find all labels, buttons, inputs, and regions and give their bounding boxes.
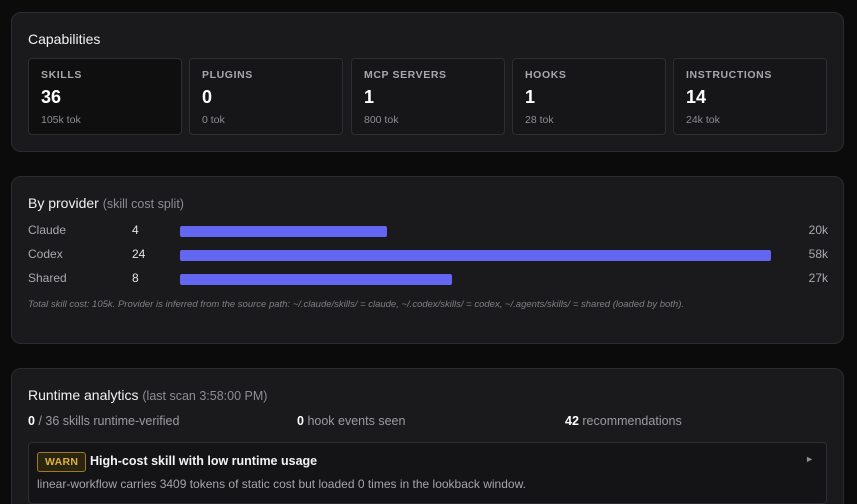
recommendation-description: linear-workflow carries 3409 tokens of s…	[37, 477, 526, 491]
provider-note: Total skill cost: 105k. Provider is infe…	[28, 299, 685, 310]
stat-text: hook events seen	[307, 414, 406, 428]
provider-name: Codex	[28, 247, 63, 261]
provider-row-shared: Shared 8 27k	[28, 271, 828, 287]
runtime-panel: Runtime analytics (last scan 3:58:00 PM)…	[11, 368, 844, 504]
card-value: 36	[41, 87, 62, 107]
card-value: 1	[364, 87, 375, 107]
card-value: 1	[525, 87, 536, 107]
card-tokens: 105k tok	[41, 114, 81, 126]
runtime-title: Runtime analytics (last scan 3:58:00 PM)	[28, 387, 267, 403]
provider-tokens: 20k	[808, 223, 828, 237]
provider-row-claude: Claude 4 20k	[28, 223, 828, 239]
card-value: 14	[686, 87, 707, 107]
stat-hook-events: 0 hook events seen	[297, 414, 405, 428]
provider-title: By provider (skill cost split)	[28, 195, 184, 211]
provider-name: Shared	[28, 271, 67, 285]
provider-subtitle: (skill cost split)	[102, 197, 184, 211]
instructions-card[interactable]: INSTRUCTIONS 14 24k tok	[673, 58, 827, 135]
stat-value: 0	[28, 414, 35, 428]
stat-runtime-verified: 0 / 36 skills runtime-verified	[28, 414, 179, 428]
stat-recommendations: 42 recommendations	[565, 414, 682, 428]
mcp-servers-card[interactable]: MCP SERVERS 1 800 tok	[351, 58, 505, 135]
hooks-card[interactable]: HOOKS 1 28 tok	[512, 58, 666, 135]
provider-panel: By provider (skill cost split) Claude 4 …	[11, 176, 844, 344]
card-label: PLUGINS	[202, 69, 253, 81]
recommendation-title: High-cost skill with low runtime usage	[90, 454, 318, 468]
provider-bar	[180, 226, 387, 237]
card-tokens: 24k tok	[686, 114, 720, 126]
provider-bar-track	[180, 274, 771, 285]
card-label: MCP SERVERS	[364, 69, 447, 81]
stat-text: / 36 skills runtime-verified	[38, 414, 180, 428]
provider-bar	[180, 250, 771, 261]
card-label: HOOKS	[525, 69, 567, 81]
plugins-card[interactable]: PLUGINS 0 0 tok	[189, 58, 343, 135]
recommendation-item[interactable]: WARN High-cost skill with low runtime us…	[28, 442, 827, 504]
provider-row-codex: Codex 24 58k	[28, 247, 828, 263]
provider-bar-track	[180, 250, 771, 261]
card-label: SKILLS	[41, 69, 82, 81]
card-tokens: 0 tok	[202, 114, 225, 126]
card-value: 0	[202, 87, 213, 107]
provider-title-text: By provider	[28, 195, 99, 211]
provider-skill-count: 8	[132, 271, 139, 285]
provider-bar-track	[180, 226, 771, 237]
capability-cards: SKILLS 36 105k tok PLUGINS 0 0 tok MCP S…	[28, 58, 827, 135]
provider-tokens: 58k	[808, 247, 828, 261]
expand-caret-icon[interactable]: ►	[805, 454, 814, 464]
runtime-last-scan: (last scan 3:58:00 PM)	[142, 389, 268, 403]
provider-skill-count: 24	[132, 247, 146, 261]
card-tokens: 28 tok	[525, 114, 554, 126]
capabilities-panel: Capabilities SKILLS 36 105k tok PLUGINS …	[11, 12, 844, 152]
warn-badge: WARN	[37, 452, 87, 472]
card-tokens: 800 tok	[364, 114, 399, 126]
provider-name: Claude	[28, 223, 67, 237]
provider-tokens: 27k	[808, 271, 828, 285]
stat-text: recommendations	[582, 414, 682, 428]
capabilities-title: Capabilities	[28, 31, 101, 47]
provider-skill-count: 4	[132, 223, 139, 237]
stat-value: 0	[297, 414, 304, 428]
card-label: INSTRUCTIONS	[686, 69, 772, 81]
provider-bar	[180, 274, 452, 285]
skills-card[interactable]: SKILLS 36 105k tok	[28, 58, 182, 135]
runtime-title-text: Runtime analytics	[28, 387, 139, 403]
stat-value: 42	[565, 414, 579, 428]
